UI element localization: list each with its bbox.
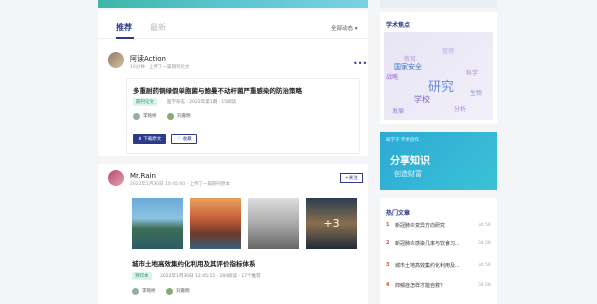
author-name[interactable]: 刘嘉明 [176,288,190,294]
hot-rank: 2 [386,240,390,246]
more-options-icon[interactable]: ••• [353,59,367,68]
cloud-word[interactable]: 研究 [428,76,454,95]
post-meta: 2022年1月30日 10:45:00 · 上传了一篇期刊原本 [130,182,230,187]
paper-detail: 医学杂志 · 2022年第1期 · 15阅读 [167,100,237,105]
hot-article-item[interactable]: 3 城市土地高效集约化利用及... 34.5K [386,262,494,272]
avatar[interactable] [108,52,124,68]
banner-brand: 知学子·学术创作 [386,138,419,143]
promo-banner[interactable]: 知学子·学术创作 分享知识 创造财富 [380,132,497,190]
hot-articles-card: 热门文章 1 新冠肺炎变异方向研究 34.5K 2 新冠肺炎感染几率与饮食习..… [380,198,497,304]
cloud-word[interactable]: 管理 [442,46,454,55]
hot-articles-title: 热门文章 [386,210,411,217]
post-image[interactable] [190,198,241,249]
paper-title[interactable]: 城市土地高效集约化利用及其评价指标体系 [132,258,256,268]
banner-title: 分享知识 [390,156,430,167]
paper-detail: 2022年1月30日 12:45:15 · 284阅读 · 17个推荐 [160,274,261,279]
hot-article-item[interactable]: 2 新冠肺炎感染几率与饮食习... 34.5K [386,240,494,250]
hot-article-count: 34.5K [478,223,491,228]
tab-recommend[interactable]: 推荐 [116,22,132,33]
hot-article-item[interactable]: 4 抑郁症怎样才能自救？ 34.5K [386,282,494,292]
banner-subtitle: 创造财富 [394,170,422,178]
word-cloud[interactable]: 国家安全 战略 研究 学校 科学 教育 分析 生物 发展 管理 [384,32,493,120]
hot-article-title[interactable]: 抑郁症怎样才能自救？ [395,282,445,289]
post-image[interactable] [248,198,299,249]
hot-article-count: 34.5K [478,283,491,288]
follow-button[interactable]: +关注 [340,173,363,183]
hot-article-count: 34.5K [478,241,491,246]
post-author-name[interactable]: Mr.Rain [130,172,156,180]
heart-icon: ♡ [177,137,182,142]
tab-second[interactable]: 最新 [150,22,166,33]
author-avatar [132,288,139,295]
more-images-count: +3 [323,217,340,230]
author-avatar [166,288,173,295]
cloud-word[interactable]: 科学 [466,68,478,77]
filter-dropdown[interactable]: 全部动态 ▾ [331,24,358,32]
download-label: 下载原文 [143,137,162,142]
author-name[interactable]: 李铭桥 [143,113,157,119]
sidebar-top-card [380,0,497,8]
paper-type-badge: 预印本 [132,272,152,280]
cloud-word[interactable]: 发展 [392,106,404,115]
post-image-more[interactable]: +3 [306,198,357,249]
author-name[interactable]: 刘嘉明 [177,113,191,119]
hot-rank: 1 [386,222,390,228]
author-avatar [167,113,174,120]
cloud-word[interactable]: 生物 [470,88,482,97]
hot-article-title[interactable]: 城市土地高效集约化利用及... [395,262,460,269]
cloud-word[interactable]: 学校 [414,94,430,105]
post-divider [98,156,368,164]
download-icon: ⬇ [138,137,142,142]
hot-article-title[interactable]: 新冠肺炎变异方向研究 [395,222,445,229]
post-author-name[interactable]: 阿读Action [130,54,166,64]
hot-rank: 3 [386,262,390,268]
post-meta: 10分钟 · 上传了一篇期刊论文 [130,65,190,70]
collect-button[interactable]: ♡ 收藏 [171,134,198,144]
paper-type-badge: 期刊论文 [133,98,157,106]
collect-label: 收藏 [182,137,192,142]
cloud-word[interactable]: 国家安全 [394,62,422,72]
focus-card: 学术焦点 国家安全 战略 研究 学校 科学 教育 分析 生物 发展 管理 [380,12,497,124]
cloud-word[interactable]: 战略 [386,72,398,81]
feed-tabs: 推荐 最新 全部动态 ▾ [98,10,368,39]
feed-card: 推荐 最新 全部动态 ▾ 阿读Action 10分钟 · 上传了一篇期刊论文 •… [98,10,368,304]
hot-rank: 4 [386,282,390,288]
hot-article-item[interactable]: 1 新冠肺炎变异方向研究 34.5K [386,222,494,232]
cloud-word[interactable]: 教育 [404,54,416,63]
top-banner-strip [98,0,368,8]
cloud-word[interactable]: 分析 [454,104,466,113]
author-avatar [133,113,140,120]
download-button[interactable]: ⬇ 下载原文 [133,134,167,144]
hot-article-title[interactable]: 新冠肺炎感染几率与饮食习... [395,240,460,247]
author-name[interactable]: 李铭桥 [142,288,156,294]
post-image[interactable] [132,198,183,249]
paper-card[interactable]: 多重耐药铜绿假单胞菌与鲍曼不动杆菌严重感染的防治策略 期刊论文 医学杂志 · 2… [126,78,360,154]
focus-title: 学术焦点 [386,22,411,29]
paper-title[interactable]: 多重耐药铜绿假单胞菌与鲍曼不动杆菌严重感染的防治策略 [133,85,302,95]
hot-article-count: 34.5K [478,263,491,268]
tab-active-indicator [116,37,134,39]
avatar[interactable] [108,170,124,186]
